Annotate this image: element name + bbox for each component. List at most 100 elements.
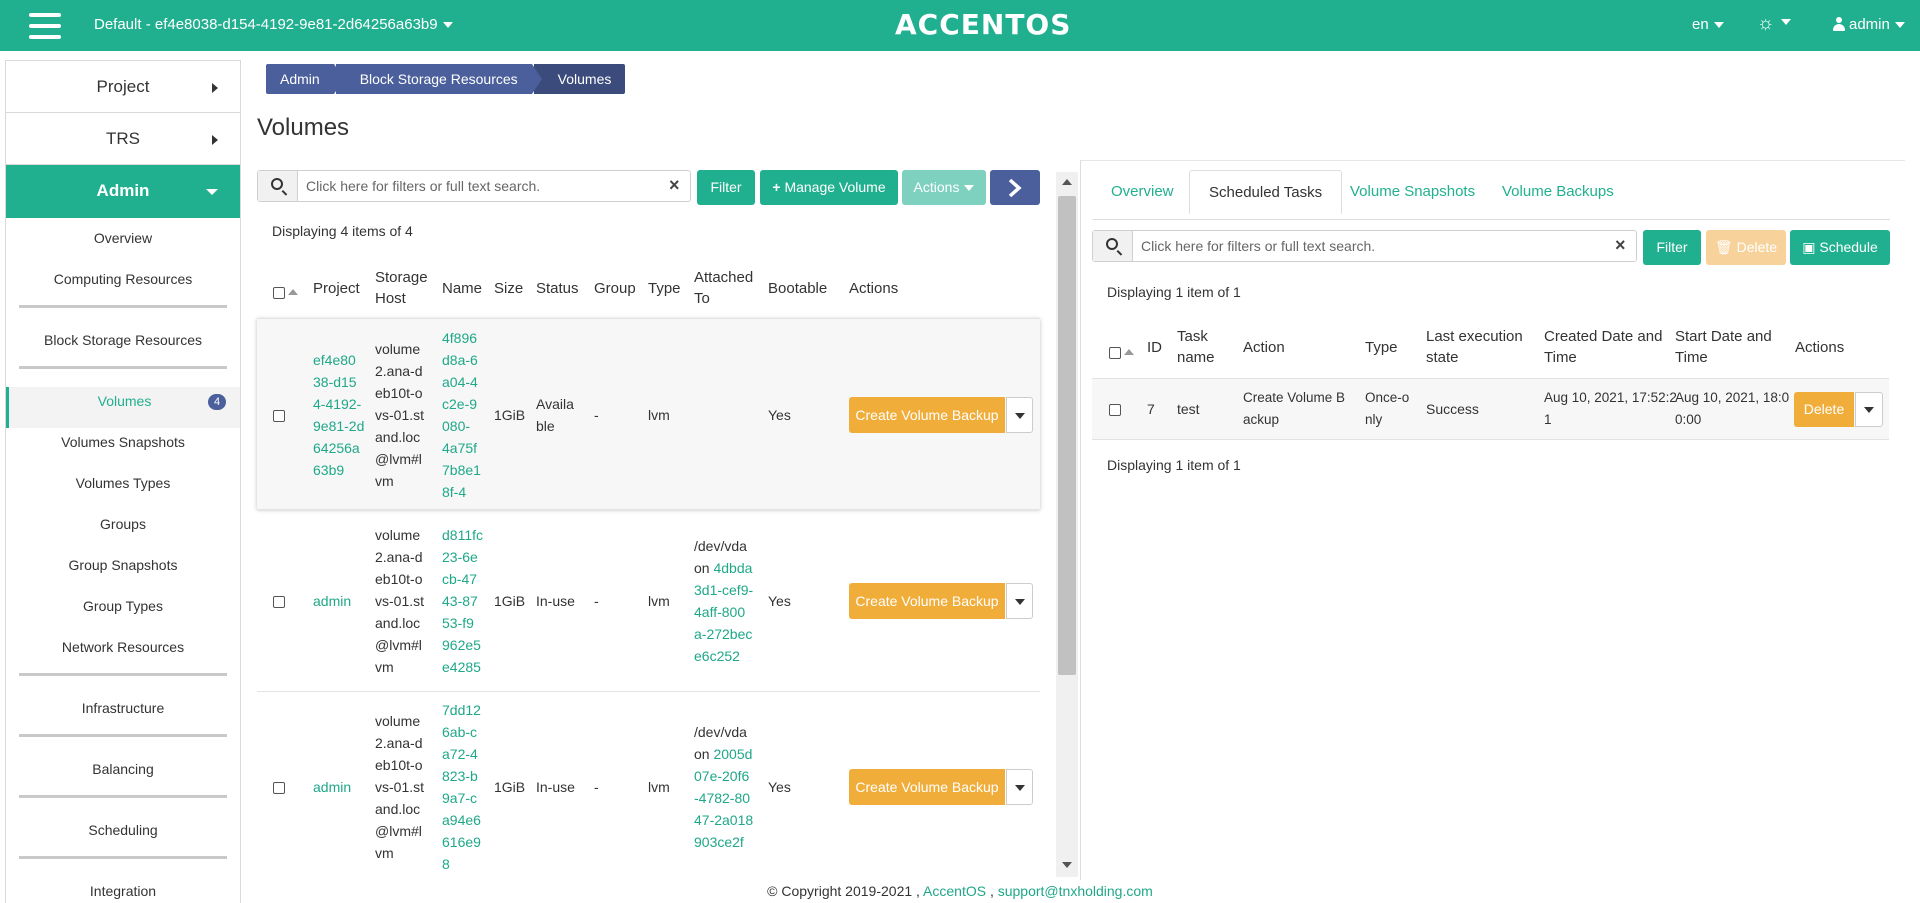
tab-volume-snapshots[interactable]: Volume Snapshots xyxy=(1350,183,1475,200)
tasks-filter-button[interactable]: Filter xyxy=(1643,230,1701,265)
col-id[interactable]: ID xyxy=(1147,337,1162,358)
create-volume-backup-button[interactable]: Create Volume Backup xyxy=(849,397,1005,433)
col-last-execution-state[interactable]: Last execution state xyxy=(1426,326,1523,368)
volume-name-link[interactable]: 4a75f xyxy=(442,440,477,456)
breadcrumb-volumes[interactable]: Volumes xyxy=(533,64,626,94)
sidebar-item-balancing[interactable]: Balancing xyxy=(6,755,240,816)
row-checkbox[interactable] xyxy=(1109,404,1121,417)
volume-name-link[interactable]: 9a7-c xyxy=(442,790,477,806)
volume-name-link[interactable]: 53-f9 xyxy=(442,615,474,631)
select-all-checkbox[interactable] xyxy=(1109,347,1121,360)
row-checkbox[interactable] xyxy=(273,596,285,609)
sidebar-item-infrastructure[interactable]: Infrastructure xyxy=(6,694,240,755)
sidebar-section-admin[interactable]: Admin xyxy=(6,165,240,218)
row-actions-dropdown-toggle[interactable] xyxy=(1006,397,1033,433)
volume-name-link[interactable]: 080- xyxy=(442,418,470,434)
sidebar-item-volumes-snapshots[interactable]: Volumes Snapshots xyxy=(6,428,240,469)
sidebar-item-overview[interactable]: Overview xyxy=(6,224,240,265)
volume-name-link[interactable]: a04-4 xyxy=(442,374,478,390)
project-selector[interactable]: Default - ef4e8038-d154-4192-9e81-2d6425… xyxy=(94,16,453,33)
row-checkbox[interactable] xyxy=(273,410,285,423)
task-delete-button[interactable]: Delete xyxy=(1794,392,1854,427)
project-link[interactable]: admin xyxy=(313,779,351,795)
volume-name-link[interactable]: 7dd12 xyxy=(442,702,481,718)
sidebar-item-groups[interactable]: Groups xyxy=(6,510,240,551)
volume-name-link[interactable]: 8f-4 xyxy=(442,484,466,500)
col-size[interactable]: Size xyxy=(494,278,523,299)
project-link[interactable]: 4-4192- xyxy=(313,396,361,412)
col-type[interactable]: Type xyxy=(1365,337,1398,358)
row-checkbox[interactable] xyxy=(273,782,285,795)
clear-search-icon[interactable]: × xyxy=(1615,235,1626,256)
attached-instance-link[interactable]: -4782-80 xyxy=(694,790,750,806)
actions-dropdown-button[interactable]: Actions xyxy=(902,170,986,205)
sort-icon[interactable] xyxy=(288,289,298,295)
breadcrumb-admin[interactable]: Admin xyxy=(266,64,344,94)
sidebar-item-group-types[interactable]: Group Types xyxy=(6,592,240,633)
volume-name-link[interactable]: 8 xyxy=(442,856,450,872)
volume-name-link[interactable]: d811fc xyxy=(442,527,483,543)
volumes-search-input[interactable] xyxy=(304,173,654,199)
tab-scheduled-tasks[interactable]: Scheduled Tasks xyxy=(1189,170,1343,214)
support-email-link[interactable]: support@tnxholding.com xyxy=(998,883,1153,899)
user-menu[interactable]: admin xyxy=(1833,16,1905,33)
menu-icon[interactable] xyxy=(29,13,61,39)
sidebar-item-computing-resources[interactable]: Computing Resources xyxy=(6,265,240,326)
sidebar-item-block-storage-resources[interactable]: Block Storage Resources xyxy=(6,326,240,387)
schedule-button[interactable]: ▣ Schedule xyxy=(1790,230,1890,265)
volumes-filter-button[interactable]: Filter xyxy=(697,170,755,205)
volume-name-link[interactable]: e4285 xyxy=(442,659,481,675)
sidebar-item-volumes[interactable]: Volumes 4 xyxy=(6,387,240,428)
attached-instance-link[interactable]: 903ce2f xyxy=(694,834,744,850)
attached-instance-link[interactable]: 3d1-cef9- xyxy=(694,582,753,598)
row-actions-dropdown-toggle[interactable] xyxy=(1006,769,1033,805)
volume-name-link[interactable]: 23-6e xyxy=(442,549,478,565)
attached-instance-link[interactable]: 4dbda xyxy=(713,560,752,576)
col-storage-host[interactable]: Storage Host xyxy=(375,267,428,309)
volume-name-link[interactable]: d8a-6 xyxy=(442,352,478,368)
volume-name-link[interactable]: 4f896 xyxy=(442,330,477,346)
volume-name-link[interactable]: 962e5 xyxy=(442,637,481,653)
toggle-detail-panel-button[interactable] xyxy=(990,170,1040,205)
tasks-search-input[interactable] xyxy=(1139,233,1599,259)
col-project[interactable]: Project xyxy=(313,278,360,299)
create-volume-backup-button[interactable]: Create Volume Backup xyxy=(849,769,1005,805)
task-actions-dropdown-toggle[interactable] xyxy=(1855,392,1883,427)
sidebar-section-trs[interactable]: TRS xyxy=(6,113,240,165)
col-task-name[interactable]: Task name xyxy=(1177,326,1215,368)
project-link[interactable]: 63b9 xyxy=(313,462,344,478)
attached-instance-link[interactable]: e6c252 xyxy=(694,648,740,664)
sort-icon[interactable] xyxy=(1124,349,1134,355)
project-link[interactable]: ef4e80 xyxy=(313,352,356,368)
sidebar-item-group-snapshots[interactable]: Group Snapshots xyxy=(6,551,240,592)
attached-instance-link[interactable]: 2005d xyxy=(713,746,752,762)
attached-instance-link[interactable]: 4aff-800 xyxy=(694,604,745,620)
volume-name-link[interactable]: 43-87 xyxy=(442,593,478,609)
accentos-link[interactable]: AccentOS xyxy=(923,883,986,899)
col-action[interactable]: Action xyxy=(1243,337,1285,358)
scroll-up-icon[interactable] xyxy=(1062,179,1072,185)
theme-selector[interactable]: ☼ xyxy=(1757,13,1792,35)
select-all-checkbox[interactable] xyxy=(273,287,285,300)
col-status[interactable]: Status xyxy=(536,278,579,299)
clear-search-icon[interactable]: × xyxy=(669,175,680,196)
col-group[interactable]: Group xyxy=(594,278,636,299)
volume-name-link[interactable]: c2e-9 xyxy=(442,396,477,412)
volumes-scrollbar-thumb[interactable] xyxy=(1058,196,1076,675)
sidebar-item-network-resources[interactable]: Network Resources xyxy=(6,633,240,694)
project-link[interactable]: admin xyxy=(313,593,351,609)
attached-instance-link[interactable]: 47-2a018 xyxy=(694,812,753,828)
row-actions-dropdown-toggle[interactable] xyxy=(1006,583,1033,619)
project-link[interactable]: 38-d15 xyxy=(313,374,357,390)
col-start-date[interactable]: Start Date and Time xyxy=(1675,326,1772,368)
project-link[interactable]: 9e81-2d xyxy=(313,418,364,434)
volume-name-link[interactable]: cb-47 xyxy=(442,571,477,587)
attached-instance-link[interactable]: 07e-20f6 xyxy=(694,768,749,784)
scroll-down-icon[interactable] xyxy=(1062,862,1072,868)
volume-name-link[interactable]: 616e9 xyxy=(442,834,481,850)
sidebar-section-project[interactable]: Project xyxy=(6,61,240,113)
col-bootable[interactable]: Bootable xyxy=(768,278,827,299)
volume-name-link[interactable]: 7b8e1 xyxy=(442,462,481,478)
volume-name-link[interactable]: 823-b xyxy=(442,768,478,784)
manage-volume-button[interactable]: + Manage Volume xyxy=(760,170,898,205)
